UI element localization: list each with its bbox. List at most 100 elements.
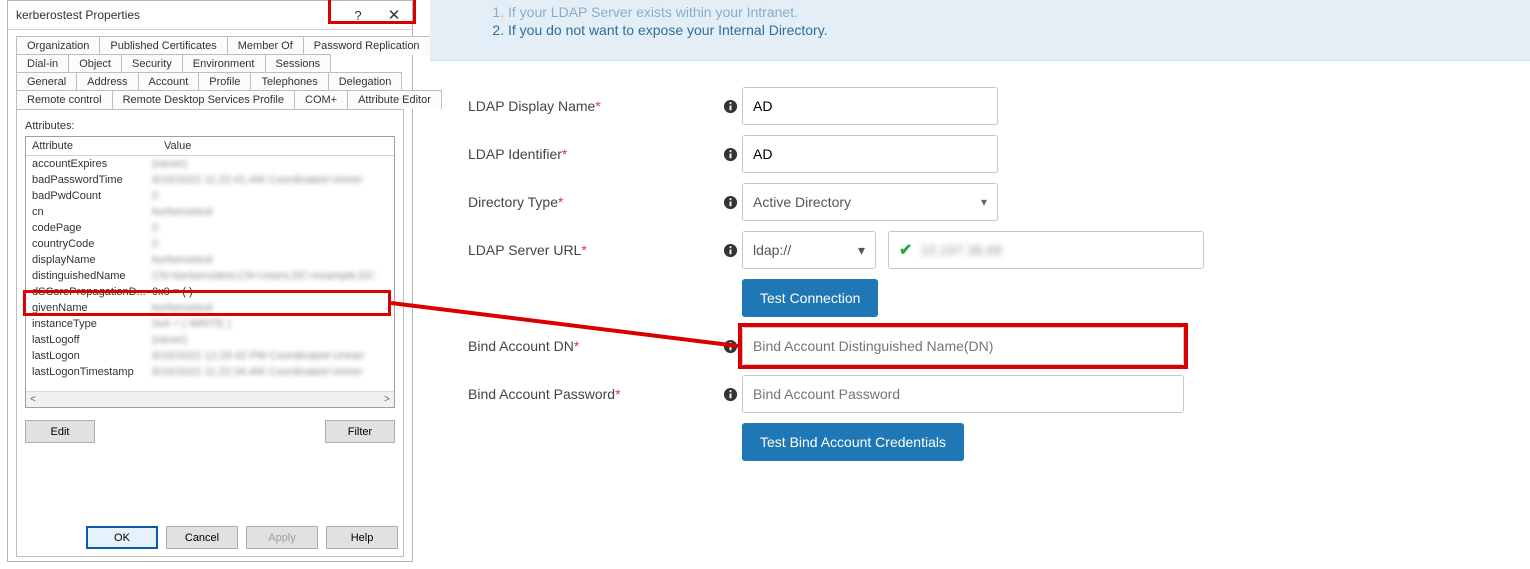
attribute-name: lastLogoff bbox=[32, 334, 152, 346]
attribute-name: givenName bbox=[32, 302, 152, 314]
attribute-value: 6/16/2022 12:29:42 PM Coordinated Univer bbox=[152, 350, 388, 362]
tab-remote-desktop-services-profile[interactable]: Remote Desktop Services Profile bbox=[112, 90, 295, 109]
attribute-name: distinguishedName bbox=[32, 270, 152, 282]
tab-row: Remote controlRemote Desktop Services Pr… bbox=[16, 90, 404, 109]
attribute-row[interactable]: codePage0 bbox=[26, 220, 394, 236]
titlebar: kerberostest Properties ? ✕ bbox=[8, 1, 412, 30]
attribute-row[interactable]: countryCode0 bbox=[26, 236, 394, 252]
test-bind-credentials-button[interactable]: Test Bind Account Credentials bbox=[742, 423, 964, 461]
col-attribute[interactable]: Attribute bbox=[26, 137, 158, 155]
tab-profile[interactable]: Profile bbox=[198, 72, 251, 91]
tab-general[interactable]: General bbox=[16, 72, 77, 91]
attribute-value: kerberostest bbox=[152, 206, 388, 218]
attribute-row[interactable]: accountExpires(never) bbox=[26, 156, 394, 172]
tab-password-replication[interactable]: Password Replication bbox=[303, 36, 431, 55]
attribute-row[interactable]: lastLogonTimestamp6/16/2022 11:22:34 AM … bbox=[26, 364, 394, 380]
tab-published-certificates[interactable]: Published Certificates bbox=[99, 36, 227, 55]
info-icon[interactable] bbox=[718, 243, 742, 258]
attribute-row[interactable]: lastLogoff(never) bbox=[26, 332, 394, 348]
info-icon[interactable] bbox=[718, 195, 742, 210]
attribute-value: kerberostest bbox=[152, 302, 388, 314]
attribute-row[interactable]: displayNamekerberostest bbox=[26, 252, 394, 268]
tab-address[interactable]: Address bbox=[76, 72, 138, 91]
info-icon[interactable] bbox=[718, 99, 742, 114]
directory-type-value: Active Directory bbox=[753, 194, 851, 210]
tab-com-[interactable]: COM+ bbox=[294, 90, 348, 109]
tab-row: GeneralAddressAccountProfileTelephonesDe… bbox=[16, 72, 404, 91]
tab-security[interactable]: Security bbox=[121, 54, 183, 73]
label-bind-account-password: Bind Account Password bbox=[468, 386, 615, 402]
cancel-button[interactable]: Cancel bbox=[166, 526, 238, 549]
tab-member-of[interactable]: Member Of bbox=[227, 36, 304, 55]
help-button[interactable]: ? bbox=[340, 1, 376, 29]
edit-button[interactable]: Edit bbox=[25, 420, 95, 443]
attribute-name: codePage bbox=[32, 222, 152, 234]
attribute-name: dSCorePropagationD... bbox=[32, 286, 152, 298]
scroll-left-icon[interactable]: < bbox=[30, 394, 36, 405]
label-directory-type: Directory Type bbox=[468, 194, 558, 210]
label-ldap-identifier: LDAP Identifier bbox=[468, 146, 562, 162]
close-button[interactable]: ✕ bbox=[376, 1, 412, 29]
dialog-button-row: OK Cancel Apply Help bbox=[86, 526, 398, 549]
attribute-value: 6/16/2022 11:22:41 AM Coordinated Univer bbox=[152, 174, 388, 186]
attribute-row[interactable]: lastLogon6/16/2022 12:29:42 PM Coordinat… bbox=[26, 348, 394, 364]
tab-object[interactable]: Object bbox=[68, 54, 122, 73]
tab-delegation[interactable]: Delegation bbox=[328, 72, 403, 91]
filter-button[interactable]: Filter bbox=[325, 420, 395, 443]
tab-attribute-editor[interactable]: Attribute Editor bbox=[347, 90, 442, 109]
attribute-value: kerberostest bbox=[152, 254, 388, 266]
ldap-host-input[interactable]: ✔ 10.197.38.68 bbox=[888, 231, 1204, 269]
bind-account-password-input[interactable] bbox=[742, 375, 1184, 413]
attribute-name: countryCode bbox=[32, 238, 152, 250]
info-icon[interactable] bbox=[718, 339, 742, 354]
col-value[interactable]: Value bbox=[158, 137, 394, 155]
tab-organization[interactable]: Organization bbox=[16, 36, 100, 55]
attribute-row[interactable]: instanceType0x4 = ( WRITE ) bbox=[26, 316, 394, 332]
attribute-list-header: Attribute Value bbox=[26, 137, 394, 156]
tab-row: OrganizationPublished CertificatesMember… bbox=[16, 36, 404, 55]
attribute-name: lastLogonTimestamp bbox=[32, 366, 152, 378]
attribute-value: CN=kerberostest,CN=Users,DC=example,DC bbox=[152, 270, 388, 282]
scroll-right-icon[interactable]: > bbox=[384, 394, 390, 405]
attribute-row[interactable]: dSCorePropagationD...0x0 = ( ) bbox=[26, 284, 394, 300]
ldap-scheme-value: ldap:// bbox=[753, 242, 791, 258]
tab-row: Dial-inObjectSecurityEnvironmentSessions bbox=[16, 54, 404, 73]
attribute-list[interactable]: Attribute Value accountExpires(never)bad… bbox=[25, 136, 395, 408]
attribute-row[interactable]: badPwdCount0 bbox=[26, 188, 394, 204]
help-button-bottom[interactable]: Help bbox=[326, 526, 398, 549]
ldap-display-name-input[interactable] bbox=[742, 87, 998, 125]
info-item: If you do not want to expose your Intern… bbox=[508, 22, 1482, 38]
tab-body: Attributes: Attribute Value accountExpir… bbox=[16, 109, 404, 557]
attribute-row[interactable]: badPasswordTime6/16/2022 11:22:41 AM Coo… bbox=[26, 172, 394, 188]
attribute-value: (never) bbox=[152, 334, 388, 346]
check-icon: ✔ bbox=[899, 240, 912, 260]
info-icon[interactable] bbox=[718, 387, 742, 402]
attribute-name: badPwdCount bbox=[32, 190, 152, 202]
tab-remote-control[interactable]: Remote control bbox=[16, 90, 113, 109]
attribute-row[interactable]: distinguishedNameCN=kerberostest,CN=User… bbox=[26, 268, 394, 284]
info-icon[interactable] bbox=[718, 147, 742, 162]
chevron-down-icon: ▾ bbox=[981, 195, 987, 209]
test-connection-button[interactable]: Test Connection bbox=[742, 279, 878, 317]
ldap-scheme-select[interactable]: ldap:// ▾ bbox=[742, 231, 876, 269]
attribute-name: instanceType bbox=[32, 318, 152, 330]
attribute-list-scrollbar[interactable]: < > bbox=[26, 391, 394, 407]
ldap-identifier-input[interactable] bbox=[742, 135, 998, 173]
tab-sessions[interactable]: Sessions bbox=[265, 54, 332, 73]
tab-dial-in[interactable]: Dial-in bbox=[16, 54, 69, 73]
attribute-row[interactable]: cnkerberostest bbox=[26, 204, 394, 220]
tab-environment[interactable]: Environment bbox=[182, 54, 266, 73]
tab-account[interactable]: Account bbox=[138, 72, 200, 91]
label-ldap-display-name: LDAP Display Name bbox=[468, 98, 595, 114]
attribute-value: (never) bbox=[152, 158, 388, 170]
directory-type-select[interactable]: Active Directory ▾ bbox=[742, 183, 998, 221]
bind-account-dn-input[interactable] bbox=[742, 327, 1184, 365]
label-ldap-server-url: LDAP Server URL bbox=[468, 242, 581, 258]
attribute-name: lastLogon bbox=[32, 350, 152, 362]
attribute-value: 0 bbox=[152, 190, 388, 202]
attributes-label: Attributes: bbox=[25, 120, 395, 132]
apply-button[interactable]: Apply bbox=[246, 526, 318, 549]
tab-telephones[interactable]: Telephones bbox=[250, 72, 328, 91]
attribute-row[interactable]: givenNamekerberostest bbox=[26, 300, 394, 316]
ok-button[interactable]: OK bbox=[86, 526, 158, 549]
